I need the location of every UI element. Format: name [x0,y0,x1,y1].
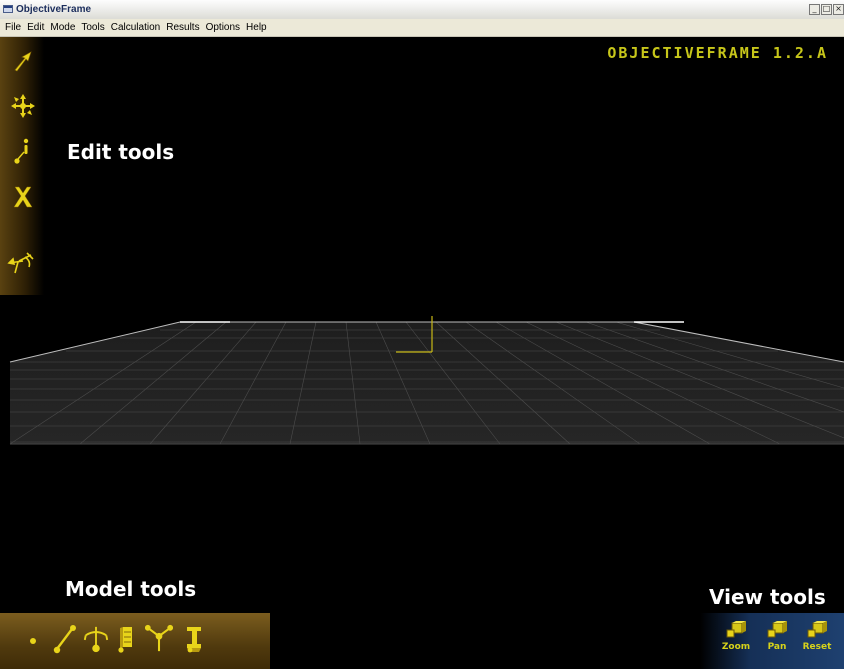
window-title: ObjectiveFrame [16,4,92,15]
node-icon[interactable] [19,627,47,655]
menu-mode[interactable]: Mode [47,19,78,36]
title-bar: ObjectiveFrame _ □ × [0,0,844,20]
menu-bar: File Edit Mode Tools Calculation Results… [0,19,844,37]
select-arrow-icon[interactable] [9,47,37,75]
edit-tools-panel [0,37,44,295]
pan-label: Pan [767,642,787,652]
pan-button[interactable]: Pan [762,621,792,652]
3d-viewport[interactable] [0,37,844,669]
model-tools-panel [0,613,270,669]
menu-options[interactable]: Options [203,19,243,36]
zoom-button[interactable]: Zoom [721,621,751,652]
close-button[interactable]: × [833,4,844,15]
materials-icon[interactable] [180,625,208,653]
model-tools-caption: Model tools [65,577,197,601]
view-tools-caption: View tools [709,585,826,609]
node-bc-icon[interactable] [145,624,173,653]
inspect-icon[interactable] [9,137,37,165]
menu-file[interactable]: File [0,19,24,36]
menu-help[interactable]: Help [243,19,270,36]
node-load-icon[interactable] [82,625,110,653]
zoom-label: Zoom [721,642,751,652]
edit-tools-caption: Edit tools [67,140,175,164]
grid-floor [9,316,844,445]
move-icon[interactable] [9,92,37,120]
feedback-icon[interactable] [7,249,35,277]
menu-calculation[interactable]: Calculation [108,19,163,36]
pan-icon [767,621,787,638]
view-tools-panel: Zoom Pan Reset [700,613,844,669]
menu-results[interactable]: Results [163,19,202,36]
app-brand-logo: OBJECTIVEFRAME 1.2.A [607,44,828,62]
app-window-icon [3,5,13,13]
menu-tools[interactable]: Tools [78,19,107,36]
window-controls: _ □ × [809,4,844,15]
reset-icon [807,621,827,638]
menu-edit[interactable]: Edit [24,19,47,36]
beam-load-icon[interactable] [113,625,141,653]
beam-icon[interactable] [50,625,78,654]
minimize-button[interactable]: _ [809,4,820,15]
maximize-button[interactable]: □ [821,4,832,15]
delete-icon[interactable] [9,183,37,211]
zoom-icon [726,621,746,638]
reset-label: Reset [802,642,832,652]
reset-button[interactable]: Reset [802,621,832,652]
